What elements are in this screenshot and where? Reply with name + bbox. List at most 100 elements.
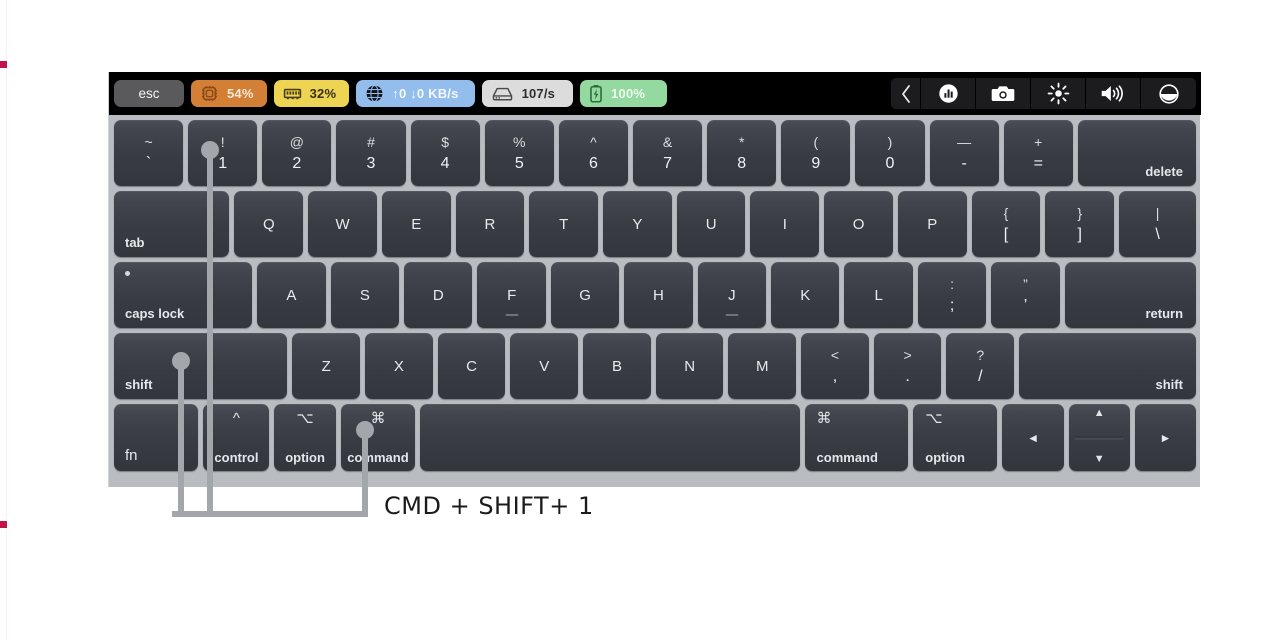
key-label: option xyxy=(925,450,966,465)
key-9[interactable]: ( 9 xyxy=(781,120,851,186)
key-j[interactable]: J xyxy=(697,262,767,328)
key-c[interactable]: C xyxy=(437,333,506,399)
touchbar-widget-cpu[interactable]: 54% xyxy=(191,80,267,107)
key-shift-legend: } xyxy=(1077,204,1083,221)
volume-button[interactable] xyxy=(1086,78,1141,109)
touchbar-widget-memory[interactable]: 32% xyxy=(273,80,350,107)
key-quote[interactable]: ” ’ xyxy=(991,262,1060,328)
key-w[interactable]: W xyxy=(308,191,377,257)
key-z[interactable]: Z xyxy=(292,333,361,399)
key-control[interactable]: ^ control xyxy=(203,404,270,471)
touch-bar-control-strip xyxy=(891,78,1196,109)
key-4[interactable]: $ 4 xyxy=(410,120,480,186)
key-v[interactable]: V xyxy=(510,333,579,399)
arrow-down-icon[interactable]: ▼ xyxy=(1094,454,1105,465)
key-0[interactable]: ) 0 xyxy=(855,120,925,186)
key-r[interactable]: R xyxy=(455,191,525,257)
touchbar-widget-battery[interactable]: 100% xyxy=(580,80,668,107)
key-grave[interactable]: ~ ` xyxy=(114,120,184,186)
key-arrow-up-down[interactable]: ▲ ▼ xyxy=(1068,404,1130,471)
key-a[interactable]: A xyxy=(257,262,326,328)
touchbar-widget-disk[interactable]: 107/s xyxy=(481,80,574,107)
key-x[interactable]: X xyxy=(365,333,433,399)
chevron-left-button[interactable] xyxy=(891,78,921,109)
key-label: option xyxy=(285,450,325,465)
key-base-legend: = xyxy=(1033,154,1043,172)
key-minus[interactable]: — - xyxy=(929,120,999,186)
key-d[interactable]: D xyxy=(404,262,473,328)
key-i[interactable]: I xyxy=(750,191,820,257)
key-command-left[interactable]: ⌘ command xyxy=(340,404,416,471)
key-8[interactable]: * 8 xyxy=(707,120,777,186)
key-o[interactable]: O xyxy=(824,191,893,257)
key-g[interactable]: G xyxy=(550,262,620,328)
key-y[interactable]: Y xyxy=(603,191,672,257)
hard-drive-icon xyxy=(492,87,512,101)
key-e[interactable]: E xyxy=(381,191,451,257)
key-fn[interactable]: fn xyxy=(114,404,199,471)
chevron-left-icon xyxy=(901,84,910,103)
modifier-row: fn ^ control ⌥ option ⌘ command ⌘ comman… xyxy=(109,404,1201,471)
esc-key[interactable]: esc xyxy=(114,80,184,107)
key-option-right[interactable]: ⌥ option xyxy=(913,404,998,471)
touchbar-widget-network[interactable]: ↑0 ↓0 KB/s xyxy=(356,80,475,107)
key-k[interactable]: K xyxy=(771,262,840,328)
command-symbol-icon: ⌘ xyxy=(816,410,832,427)
key-caps-lock[interactable]: caps lock xyxy=(114,262,253,328)
key-bracket-right[interactable]: } ] xyxy=(1045,191,1115,257)
arrow-up-icon[interactable]: ▲ xyxy=(1094,408,1105,419)
key-base-legend: \ xyxy=(1155,225,1160,243)
key-s[interactable]: S xyxy=(330,262,400,328)
key-q[interactable]: Q xyxy=(234,191,304,257)
key-rows: ~ ` ! 1 @ 2 # 3 $ 4 % 5 ^ 6 & 7 * 8 (9 … xyxy=(109,115,1201,476)
key-6[interactable]: ^ 6 xyxy=(558,120,628,186)
key-m[interactable]: M xyxy=(728,333,797,399)
touch-bar: esc 54% 32% ↑0 ↓0 KB/s 107/s 100% xyxy=(109,72,1201,115)
key-base-legend: 9 xyxy=(811,154,821,172)
key-delete[interactable]: delete xyxy=(1077,120,1196,186)
key-shift-legend: ? xyxy=(976,346,985,363)
touch-bar-widgets: esc 54% 32% ↑0 ↓0 KB/s 107/s 100% xyxy=(114,80,668,107)
key-arrow-left[interactable]: ◄ xyxy=(1002,404,1064,471)
key-5[interactable]: % 5 xyxy=(484,120,554,186)
key-base-legend: , xyxy=(832,367,838,385)
key-t[interactable]: T xyxy=(529,191,599,257)
screenshot-button[interactable] xyxy=(976,78,1031,109)
key-l[interactable]: L xyxy=(844,262,913,328)
key-shift-left[interactable]: shift xyxy=(114,333,288,399)
key-u[interactable]: U xyxy=(676,191,746,257)
cpu-chip-icon xyxy=(202,86,217,101)
key-slash[interactable]: ? / xyxy=(946,333,1015,399)
key-semicolon[interactable]: : ; xyxy=(917,262,987,328)
key-p[interactable]: P xyxy=(897,191,967,257)
brightness-button[interactable] xyxy=(1031,78,1086,109)
key-bracket-left[interactable]: { [ xyxy=(971,191,1041,257)
key-1[interactable]: ! 1 xyxy=(188,120,258,186)
key-command-right[interactable]: ⌘ command xyxy=(804,404,909,471)
stats-button[interactable] xyxy=(921,78,976,109)
command-symbol-icon: ⌘ xyxy=(370,410,386,427)
camera-icon xyxy=(991,86,1015,101)
key-space[interactable] xyxy=(420,404,800,471)
key-option-left[interactable]: ⌥ option xyxy=(274,404,336,471)
key-h[interactable]: H xyxy=(624,262,693,328)
key-3[interactable]: # 3 xyxy=(336,120,406,186)
key-label: caps lock xyxy=(125,306,185,321)
memory-value: 32% xyxy=(309,86,337,101)
edge-crop-mark-bottom xyxy=(0,521,7,528)
do-not-disturb-button[interactable] xyxy=(1141,78,1196,109)
key-2[interactable]: @ 2 xyxy=(262,120,332,186)
key-period[interactable]: > . xyxy=(873,333,942,399)
key-tab[interactable]: tab xyxy=(114,191,230,257)
key-b[interactable]: B xyxy=(583,333,651,399)
key-equal[interactable]: + = xyxy=(1003,120,1073,186)
key-comma[interactable]: < , xyxy=(801,333,869,399)
key-arrow-right[interactable]: ► xyxy=(1134,404,1196,471)
key-7[interactable]: & 7 xyxy=(632,120,703,186)
key-shift-right[interactable]: shift xyxy=(1019,333,1196,399)
key-f[interactable]: F xyxy=(477,262,546,328)
key-shift-legend: % xyxy=(513,133,526,150)
key-return[interactable]: return xyxy=(1064,262,1197,328)
key-backslash[interactable]: | \ xyxy=(1119,191,1197,257)
key-n[interactable]: N xyxy=(655,333,724,399)
